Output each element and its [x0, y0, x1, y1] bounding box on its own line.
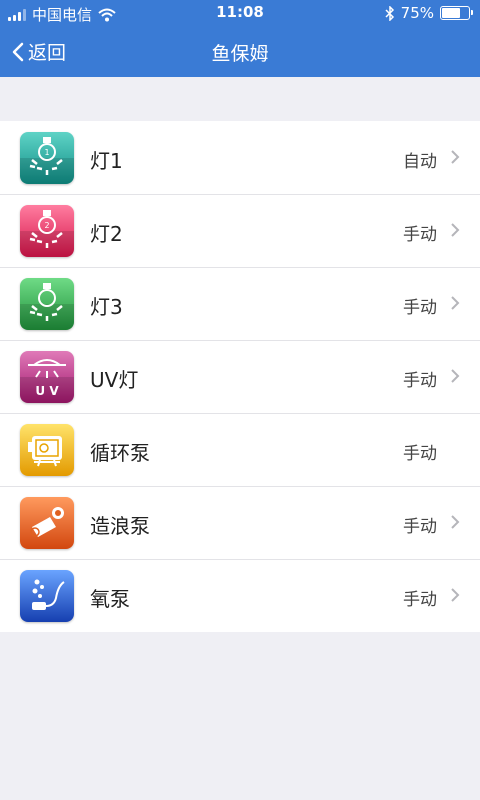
- list-item-light-3[interactable]: 灯3 手动: [0, 267, 480, 340]
- icon-badge: U V: [35, 384, 59, 398]
- chevron-right-icon: [451, 296, 460, 310]
- battery-icon: [440, 6, 473, 20]
- icon-badge: 1: [44, 148, 49, 157]
- icon-badge: 2: [44, 221, 49, 230]
- list-item-circulation-pump[interactable]: 循环泵 手动: [0, 413, 480, 486]
- item-label: 循环泵: [90, 441, 150, 465]
- bluetooth-icon: [385, 5, 394, 21]
- battery-percent: 75%: [400, 4, 434, 22]
- air-pump-icon: [20, 570, 74, 622]
- chevron-right-icon: [451, 150, 460, 164]
- item-value: 手动: [403, 517, 437, 537]
- nav-bar: 返回 鱼保姆: [0, 26, 480, 77]
- wave-pump-icon: [20, 497, 74, 549]
- item-value: 手动: [403, 225, 437, 245]
- item-label: 灯1: [90, 149, 123, 173]
- status-bar: 中国电信 11:08 75%: [0, 0, 480, 26]
- status-right: 75%: [385, 4, 473, 22]
- chevron-right-icon: [451, 369, 460, 383]
- item-label: 灯2: [90, 222, 123, 246]
- item-label: 造浪泵: [90, 514, 150, 538]
- chevron-right-icon: [451, 515, 460, 529]
- item-label: UV灯: [90, 368, 139, 392]
- top-bar: 中国电信 11:08 75% 返回 鱼保姆: [0, 0, 480, 77]
- item-value: 手动: [403, 444, 437, 464]
- item-label: 灯3: [90, 295, 123, 319]
- page-title: 鱼保姆: [211, 43, 269, 65]
- list-item-air-pump[interactable]: 氧泵 手动: [0, 559, 480, 632]
- device-list: 1 灯1 自动 2 灯2 手动 灯3 手动 U V UV灯 手动 循环泵 手动 …: [0, 121, 480, 632]
- item-value: 自动: [403, 152, 437, 172]
- circulation-pump-icon: [20, 424, 74, 476]
- light-bulb-1-icon: 1: [20, 132, 74, 184]
- list-item-light-1[interactable]: 1 灯1 自动: [0, 121, 480, 194]
- item-value: 手动: [403, 371, 437, 391]
- item-value: 手动: [403, 590, 437, 610]
- list-item-uv-light[interactable]: U V UV灯 手动: [0, 340, 480, 413]
- list-item-wave-pump[interactable]: 造浪泵 手动: [0, 486, 480, 559]
- light-bulb-3-icon: [20, 278, 74, 330]
- item-value: 手动: [403, 298, 437, 318]
- light-bulb-2-icon: 2: [20, 205, 74, 257]
- list-item-light-2[interactable]: 2 灯2 手动: [0, 194, 480, 267]
- uv-light-icon: U V: [20, 351, 74, 403]
- chevron-right-icon: [451, 223, 460, 237]
- item-label: 氧泵: [90, 587, 130, 611]
- chevron-right-icon: [451, 588, 460, 602]
